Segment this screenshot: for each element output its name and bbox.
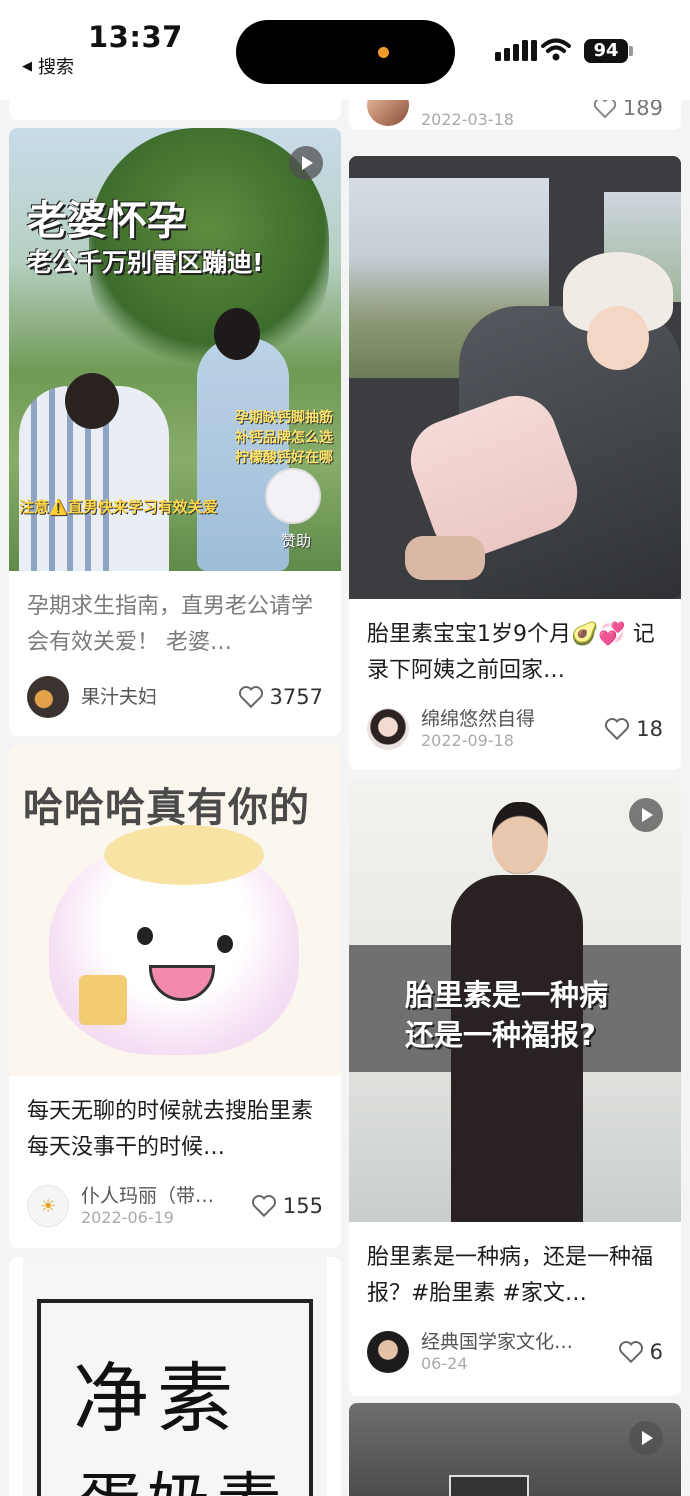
video-play-icon — [629, 1421, 663, 1455]
sun-icon: ☀ — [40, 1196, 57, 1217]
post-title: 孕期求生指南，直男老公请学会有效关爱！ 老婆… — [27, 594, 314, 655]
meme-caption: 哈哈哈真有你的 — [23, 785, 310, 831]
author-avatar[interactable] — [367, 1331, 409, 1373]
cover-line-1: 胎里素是一种病 — [405, 978, 609, 1012]
author-row: 绵绵悠然自得 2022-09-18 18 — [367, 707, 663, 751]
author-row: ☀ 仆人玛丽（带… 2022-06-19 155 — [27, 1184, 323, 1228]
author-row: 经典国学家文化… 06-24 6 — [367, 1330, 663, 1374]
dynamic-island — [236, 20, 455, 84]
post-title: 胎里素宝宝1岁9个月🥑💞 记录下阿姨之前回家… — [367, 622, 655, 683]
post-date: 06-24 — [421, 1354, 468, 1373]
status-bar: 13:37 ◀ 搜索 94 — [0, 0, 690, 100]
like-count: 155 — [282, 1194, 323, 1218]
post-cover-image: 净素 蛋奶素 — [23, 1257, 327, 1496]
cover-line-2: 还是一种福报? — [405, 1018, 596, 1052]
like-count: 6 — [649, 1340, 663, 1364]
like-button[interactable]: 155 — [251, 1194, 323, 1218]
post-date: 2022-06-19 — [81, 1208, 174, 1227]
man-head — [492, 802, 548, 874]
cover-bottom-caption: 注意⚠️直男快来学习有效关爱 — [19, 498, 218, 516]
back-link-label: 搜索 — [38, 57, 74, 78]
post-cover-image: 哈哈哈真有你的 — [9, 745, 341, 1076]
author-name[interactable]: 绵绵悠然自得 — [421, 707, 604, 731]
post-date: 2022-03-18 — [421, 110, 514, 129]
sponsor-label: 赞助 — [281, 532, 312, 550]
like-button[interactable]: 3757 — [238, 685, 323, 709]
cover-subheadline: 老公千万别雷区蹦迪! — [27, 248, 264, 277]
heart-icon — [593, 97, 617, 119]
like-count: 18 — [636, 717, 663, 741]
person-man-head — [65, 373, 119, 429]
author-name[interactable]: 经典国学家文化… — [421, 1330, 618, 1354]
feed-card[interactable]: 胎里素宝宝1岁9个月🥑💞 记录下阿姨之前回家… 绵绵悠然自得 2022-09-1… — [349, 156, 681, 770]
baby-shoes — [405, 536, 485, 580]
cover-side-caption: 孕期缺钙脚抽筋 补钙品牌怎么选 柠檬酸钙好在哪 — [235, 410, 333, 466]
author-row: 果汁夫妇 3757 — [27, 675, 323, 719]
cover-line-1: 净素 — [73, 1354, 241, 1443]
back-triangle-icon: ◀ — [22, 58, 32, 74]
product-bottle-image — [265, 468, 321, 524]
video-play-icon — [629, 798, 663, 832]
post-cover-image — [349, 156, 681, 599]
cover-headline: 老婆怀孕 — [27, 198, 187, 244]
feed-card[interactable]: 老婆怀孕 老公千万别雷区蹦迪! 孕期缺钙脚抽筋 补钙品牌怎么选 柠檬酸钙好在哪 … — [9, 128, 341, 736]
battery-indicator: 94 — [584, 39, 628, 63]
author-name[interactable]: 仆人玛丽（带… — [81, 1184, 251, 1208]
status-time: 13:37 — [88, 20, 183, 54]
author-name[interactable]: 果汁夫妇 — [81, 685, 238, 709]
author-avatar[interactable] — [27, 676, 69, 718]
post-cover-image: 胎里素是一种病 还是一种福报? — [349, 780, 681, 1222]
back-to-search-link[interactable]: ◀ 搜索 — [22, 53, 74, 79]
post-cover-image — [349, 1403, 681, 1496]
feed-card[interactable]: 胎里素是一种病 还是一种福报? 胎里素是一种病，还是一种福报？#胎里素 #家文…… — [349, 780, 681, 1396]
author-avatar[interactable] — [367, 708, 409, 750]
meme-eye-left — [137, 927, 153, 945]
feed-card[interactable] — [349, 1403, 681, 1496]
post-date: 2022-09-18 — [421, 731, 514, 750]
post-title: 胎里素是一种病，还是一种福报？#胎里素 #家文… — [367, 1245, 654, 1306]
sign-board — [449, 1475, 529, 1496]
video-play-icon — [289, 146, 323, 180]
feed-card[interactable]: 净素 蛋奶素 — [9, 1257, 341, 1496]
meme-card-prop — [79, 975, 127, 1025]
feed-card[interactable]: 哈哈哈真有你的 每天无聊的时候就去搜胎里素 每天没事干的时候… ☀ 仆人玛丽（带… — [9, 745, 341, 1248]
meme-blob-hair — [104, 825, 264, 885]
heart-icon — [251, 1195, 276, 1218]
baby-face — [587, 306, 649, 370]
like-button[interactable]: 18 — [604, 717, 663, 741]
wifi-icon — [541, 38, 571, 61]
person-woman-head — [214, 308, 260, 360]
heart-icon — [618, 1341, 643, 1364]
battery-tip — [629, 46, 633, 56]
post-title: 每天无聊的时候就去搜胎里素 每天没事干的时候… — [27, 1099, 314, 1160]
post-cover-image: 老婆怀孕 老公千万别雷区蹦迪! 孕期缺钙脚抽筋 补钙品牌怎么选 柠檬酸钙好在哪 … — [9, 128, 341, 571]
author-avatar[interactable]: ☀ — [27, 1185, 69, 1227]
like-button[interactable]: 6 — [618, 1340, 663, 1364]
meme-eye-right — [217, 935, 233, 953]
heart-icon — [238, 686, 263, 709]
like-count: 3757 — [269, 685, 323, 709]
cellular-signal-icon — [495, 40, 537, 61]
heart-icon — [605, 718, 630, 741]
cover-line-2: 蛋奶素 — [77, 1452, 287, 1496]
mic-indicator-dot — [378, 47, 389, 58]
